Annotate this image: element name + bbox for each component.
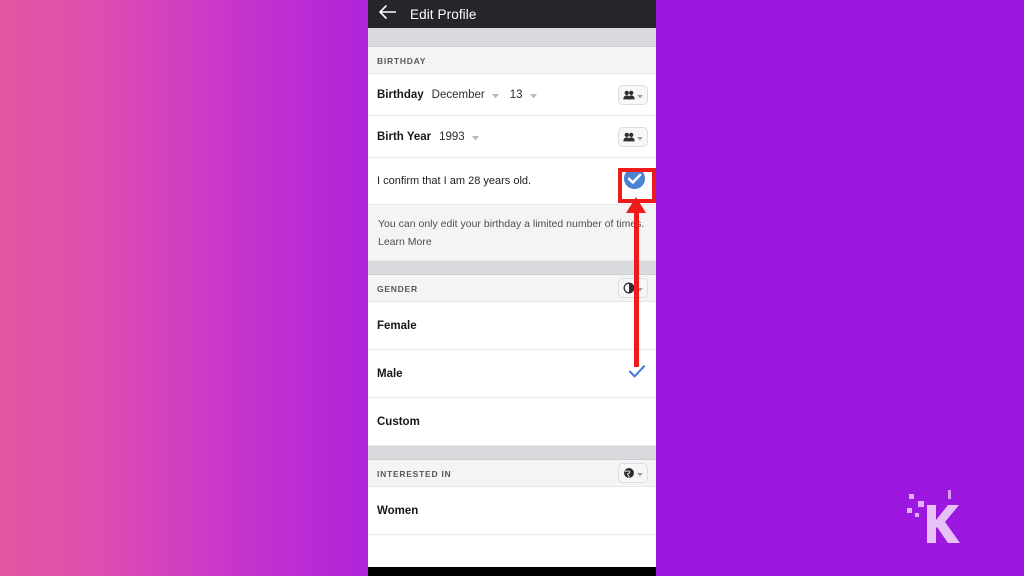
section-header-gender: GENDER [368,275,656,302]
birthday-edit-note: You can only edit your birthday a limite… [368,205,656,261]
chevron-down-icon [637,464,643,482]
row-birthday[interactable]: Birthday December 13 [368,74,656,116]
birth-year-privacy-button[interactable] [618,126,648,147]
chevron-down-icon [637,86,643,104]
top-separator-band [368,28,656,47]
watermark-logo [907,490,960,543]
section-header-interested-in: INTERESTED IN [368,460,656,487]
page-title: Edit Profile [410,6,477,22]
row-confirm-age[interactable]: I confirm that I am 28 years old. [368,158,656,205]
birthday-month-value: December [431,88,485,101]
chevron-down-icon [471,128,479,146]
screenshot-stage: Edit Profile BIRTHDAY Birthday December … [0,0,1024,576]
interested-in-option-women-label: Women [377,504,419,517]
section-header-birthday: BIRTHDAY [368,47,656,74]
row-birth-year[interactable]: Birth Year 1993 [368,116,656,158]
gender-option-male[interactable]: Male [368,350,656,398]
interested-in-privacy-button[interactable] [618,463,648,483]
chevron-down-icon [529,86,537,104]
gender-option-custom-label: Custom [377,415,420,428]
birthday-day-select[interactable]: 13 [510,86,537,104]
row-birthday-label: Birthday [377,88,424,101]
birth-year-select[interactable]: 1993 [439,128,479,146]
gender-option-female[interactable]: Female [368,302,656,350]
friends-icon [623,90,635,99]
confirm-age-label: I confirm that I am 28 years old. [377,175,532,187]
section-header-gender-label: GENDER [377,284,418,294]
backdrop-gradient-left [0,0,370,576]
back-arrow-icon[interactable] [379,4,397,24]
section-header-interested-in-label: INTERESTED IN [377,469,452,479]
birth-year-value: 1993 [439,130,465,143]
birthday-day-value: 13 [509,88,523,101]
gender-male-selected-check [628,364,646,383]
separator-band-gender [368,261,656,275]
annotation-arrow-shaft [634,203,639,367]
gender-option-custom[interactable]: Custom [368,398,656,446]
birthday-privacy-button[interactable] [618,84,648,105]
gender-option-male-label: Male [377,367,403,380]
confirm-age-checkbox[interactable] [623,167,646,195]
separator-band-interested [368,446,656,460]
row-birth-year-label: Birth Year [377,130,432,143]
birthday-edit-note-text[interactable]: You can only edit your birthday a limite… [378,218,644,248]
public-globe-icon [624,468,634,479]
phone-screen: Edit Profile BIRTHDAY Birthday December … [368,0,656,576]
interested-in-option-women[interactable]: Women [368,487,656,535]
birthday-month-select[interactable]: December [432,86,499,104]
chevron-down-icon [491,86,499,104]
phone-bottom-bar [368,567,656,576]
chevron-down-icon [637,128,643,146]
friends-icon [623,132,635,141]
section-header-birthday-label: BIRTHDAY [377,56,427,66]
gender-privacy-button[interactable] [618,278,648,298]
gender-option-female-label: Female [377,319,417,332]
check-circle-icon [623,167,646,190]
app-header: Edit Profile [368,0,656,28]
